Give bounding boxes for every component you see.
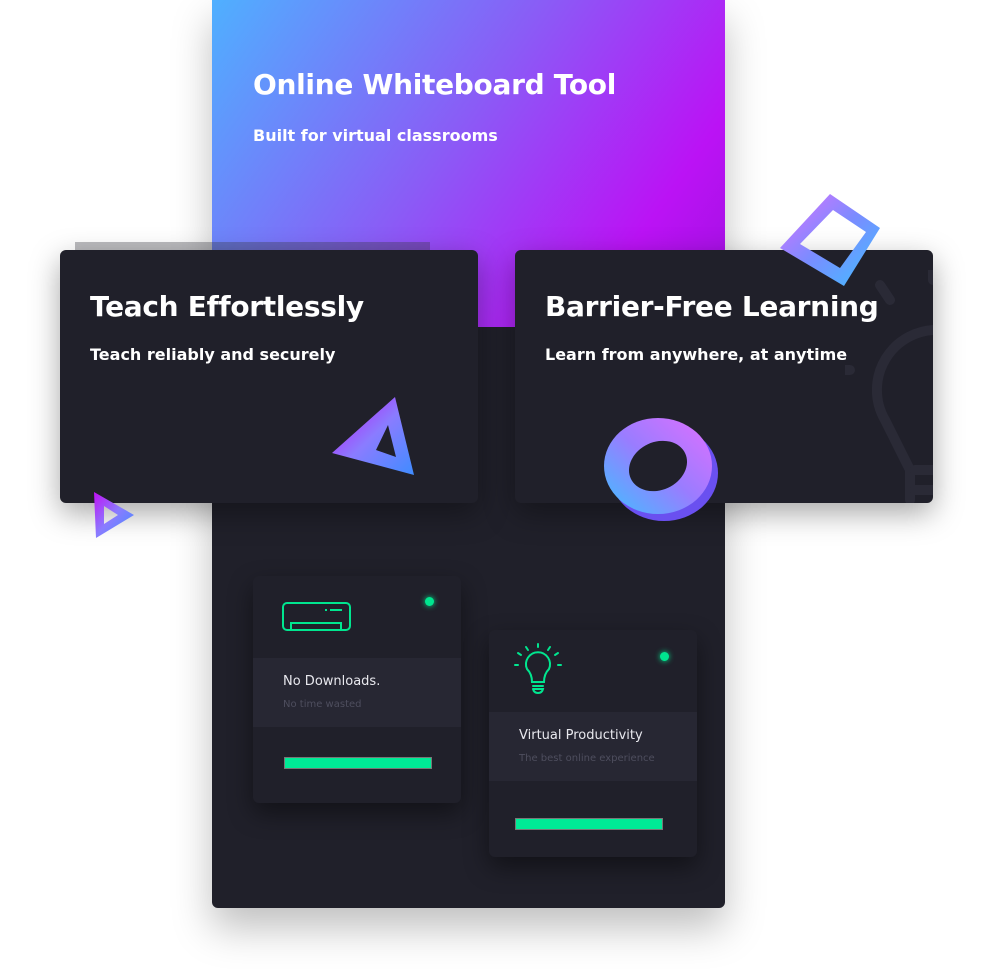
progress-bar xyxy=(284,757,432,769)
feature-title: Virtual Productivity xyxy=(519,728,643,743)
progress-bar xyxy=(515,818,663,830)
feature-subtitle: The best online experience xyxy=(519,753,655,764)
card-subtitle: Learn from anywhere, at anytime xyxy=(545,345,848,364)
feature-text-band: Virtual Productivity The best online exp… xyxy=(489,712,697,781)
small-triangle-decoration xyxy=(94,492,134,538)
lightbulb-icon xyxy=(514,643,562,694)
ring-3d-decoration xyxy=(604,418,718,521)
hero-subtitle: Built for virtual classrooms xyxy=(253,126,498,145)
card-title: Teach Effortlessly xyxy=(90,290,364,323)
feature-card-no-downloads: No Downloads. No time wasted xyxy=(253,576,461,803)
status-indicator xyxy=(425,597,434,606)
status-indicator xyxy=(660,652,669,661)
feature-subtitle: No time wasted xyxy=(283,699,362,710)
feature-card-virtual-productivity: Virtual Productivity The best online exp… xyxy=(489,630,697,857)
feature-title: No Downloads. xyxy=(283,674,381,689)
air-conditioner-icon xyxy=(282,602,351,631)
card-subtitle: Teach reliably and securely xyxy=(90,345,336,364)
triangle-3d-decoration xyxy=(332,397,414,475)
card-title: Barrier-Free Learning xyxy=(545,290,879,323)
feature-text-band: No Downloads. No time wasted xyxy=(253,658,461,727)
hero-title: Online Whiteboard Tool xyxy=(253,68,617,101)
square-frame-decoration xyxy=(780,194,880,286)
